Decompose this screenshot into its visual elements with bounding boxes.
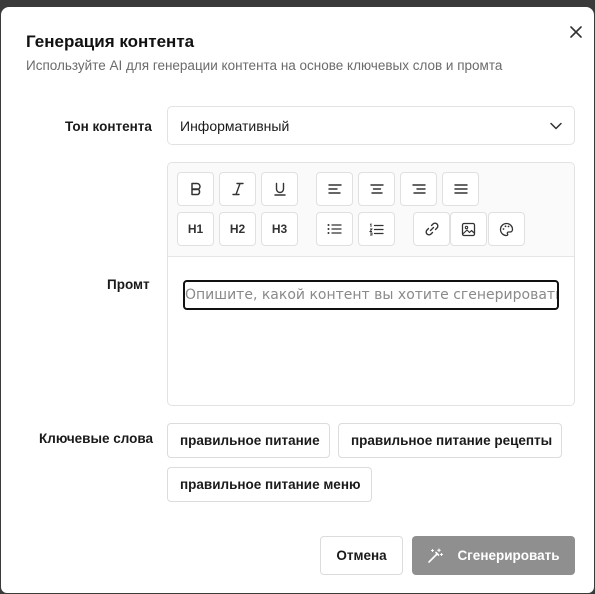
align-left-button[interactable] [316,172,353,206]
numbered-list-icon [369,222,384,235]
dialog-title: Генерация контента [26,32,195,51]
keyword-chip-label: правильное питание рецепты [351,433,553,448]
image-button[interactable] [450,212,487,246]
tone-select-value: Информативный [180,117,290,134]
chevron-down-icon [550,122,562,129]
italic-button[interactable] [219,172,256,206]
numbered-list-button[interactable] [358,212,395,246]
bold-icon [190,182,201,196]
tone-label: Тон контента [65,119,152,134]
heading-3-label: H3 [271,222,288,236]
bullet-list-icon [327,224,342,234]
align-right-icon [411,184,426,194]
bold-button[interactable] [177,172,214,206]
heading-1-label: H1 [187,222,204,236]
close-icon [570,26,582,38]
bullet-list-button[interactable] [316,212,353,246]
prompt-editor: H1 H2 H3 [167,162,575,406]
tone-select[interactable]: Информативный [167,106,575,145]
align-center-icon [369,184,384,194]
heading-2-button[interactable]: H2 [219,212,256,246]
cancel-button[interactable]: Отмена [320,536,403,575]
editor-toolbar: H1 H2 H3 [168,163,574,257]
link-button[interactable] [413,212,450,246]
align-right-button[interactable] [400,172,437,206]
underline-icon [273,182,286,196]
italic-icon [231,182,244,196]
magic-wand-icon [428,547,444,563]
keyword-chip-label: правильное питание меню [180,477,361,492]
image-icon [461,222,476,236]
generate-button-label: Сгенерировать [457,548,560,563]
dialog-subtitle: Используйте AI для генерации контента на… [26,58,503,73]
keyword-chip[interactable]: правильное питание меню [167,467,372,502]
heading-1-button[interactable]: H1 [177,212,214,246]
link-icon [424,222,439,236]
heading-2-label: H2 [229,222,246,236]
keyword-chip[interactable]: правильное питание [167,423,330,458]
heading-3-button[interactable]: H3 [261,212,298,246]
align-center-button[interactable] [358,172,395,206]
content-generation-dialog: Генерация контента Используйте AI для ге… [1,7,594,593]
keywords-label: Ключевые слова [39,431,154,446]
generate-button[interactable]: Сгенерировать [412,536,575,575]
palette-icon [499,222,514,236]
color-button[interactable] [488,212,525,246]
align-justify-button[interactable] [442,172,479,206]
align-left-icon [327,184,342,194]
keyword-chip-label: правильное питание [180,433,320,448]
underline-button[interactable] [261,172,298,206]
prompt-input[interactable] [183,280,559,310]
cancel-button-label: Отмена [336,548,387,563]
align-justify-icon [453,184,468,194]
close-button[interactable] [568,24,584,40]
prompt-label: Промт [107,277,150,292]
keyword-chip[interactable]: правильное питание рецепты [338,423,562,458]
